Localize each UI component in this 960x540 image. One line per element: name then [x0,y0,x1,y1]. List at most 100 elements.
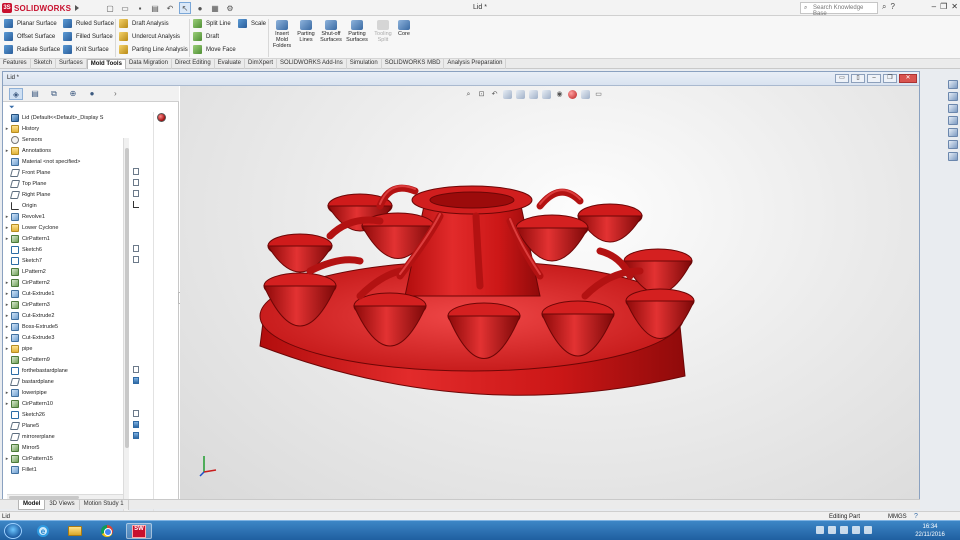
origin-visibility-icon[interactable] [133,201,139,208]
shut-off-surfaces-button[interactable]: Shut-off Surfaces [319,20,343,43]
tray-icon[interactable] [840,526,848,534]
tree-item[interactable]: Lid (Default<<Default>_Display S [3,112,123,123]
planar-surface-button[interactable]: Planar Surface [4,18,60,29]
file-explorer-button[interactable] [62,523,88,539]
tree-item[interactable]: Right Plane [3,189,123,200]
view-orientation-icon[interactable] [529,90,538,99]
displaymanager-tab-icon[interactable]: ● [85,88,99,100]
tab-simulation[interactable]: Simulation [347,59,382,69]
appearance-ball-icon[interactable] [157,113,166,122]
plane-visibility-icon[interactable] [133,168,139,175]
tree-item[interactable]: ▸ Cut-Extrude3 [3,332,123,343]
expand-arrow-icon[interactable]: ▸ [3,324,11,330]
filter-icon[interactable]: ⏷ [9,104,15,112]
zoom-to-fit-icon[interactable]: ⌕ [464,90,473,99]
dimxpert-tab-icon[interactable]: ⊕ [66,88,80,100]
tree-item[interactable]: ▸ CirPattern15 [3,453,123,464]
tile-button[interactable]: ▭ [835,74,849,83]
draft-analysis-button[interactable]: Draft Analysis [119,18,188,29]
expand-arrow-icon[interactable]: ▸ [3,291,11,297]
sketch-visibility-icon[interactable] [133,245,139,252]
view-palette-icon[interactable] [948,116,958,125]
help-icon[interactable]: ? [890,2,894,12]
tree-item[interactable]: ▸ Revolve1 [3,211,123,222]
apply-scene-icon[interactable] [581,90,590,99]
ruled-surface-button[interactable]: Ruled Surface [63,18,114,29]
tree-item[interactable]: ▸ Cut-Extrude2 [3,310,123,321]
tree-item[interactable]: CirPattern9 [3,354,123,365]
tab-solidworks-mbd[interactable]: SOLIDWORKS MBD [382,59,445,69]
tree-item[interactable]: Top Plane [3,178,123,189]
edit-appearance-icon[interactable] [568,90,577,99]
expand-arrow-icon[interactable]: ▸ [3,456,11,462]
tree-item[interactable]: mirrorerplane [3,431,123,442]
help-icon[interactable]: ? [914,513,918,520]
move-face-button[interactable]: Move Face [193,44,236,55]
tree-item[interactable]: ▸ Lower Cyclone [3,222,123,233]
solidworks-taskbar-button[interactable]: SW [126,523,152,539]
undercut-analysis-button[interactable]: Undercut Analysis [119,31,188,42]
tree-item[interactable]: ▸ History [3,123,123,134]
propertymanager-tab-icon[interactable]: ▤ [28,88,42,100]
tree-item[interactable]: ▸ Annotations [3,145,123,156]
knowledge-base-search[interactable]: ⌕ Search Knowledge Base [800,2,878,17]
minimize-button[interactable]: – [932,2,936,11]
parting-line-analysis-button[interactable]: Parting Line Analysis [119,44,188,55]
tree-item[interactable]: ▸ Boss-Extrude5 [3,321,123,332]
tab-surfaces[interactable]: Surfaces [56,59,87,69]
tab-features[interactable]: Features [0,59,31,69]
view-settings-icon[interactable]: ▭ [594,90,603,99]
tab-motion-study[interactable]: Motion Study 1 [80,500,129,510]
tree-item[interactable]: bastardplane [3,376,123,387]
tree-item[interactable]: Sensors [3,134,123,145]
tab-solidworks-add-ins[interactable]: SOLIDWORKS Add-Ins [277,59,347,69]
tree-item[interactable]: ▸ pipe [3,343,123,354]
tab-direct-editing[interactable]: Direct Editing [172,59,215,69]
tree-item[interactable]: Sketch26 [3,409,123,420]
tree-item[interactable]: Sketch7 [3,255,123,266]
radiate-surface-button[interactable]: Radiate Surface [4,44,60,55]
tab-3d-views[interactable]: 3D Views [45,500,80,510]
solidworks-forum-icon[interactable] [948,152,958,161]
tree-item[interactable]: Material <not specified> [3,156,123,167]
tree-item[interactable]: LPattern2 [3,266,123,277]
tray-icon[interactable] [828,526,836,534]
core-button[interactable]: Core [392,20,416,37]
parting-lines-button[interactable]: Parting Lines [294,20,318,43]
expand-arrow-icon[interactable]: ▸ [3,313,11,319]
appearances-scenes-icon[interactable] [948,128,958,137]
volume-icon[interactable] [864,526,872,534]
featuremanager-tab-icon[interactable]: ◈ [9,87,23,100]
scroll-thumb[interactable] [125,148,129,448]
sketch-visibility-icon[interactable] [133,410,139,417]
start-button[interactable] [4,523,22,539]
plane-visibility-icon[interactable] [133,421,139,428]
solidworks-resources-icon[interactable] [948,80,958,89]
plane-visibility-icon[interactable] [133,377,139,384]
doc-minimize-button[interactable]: – [867,74,881,83]
plane-visibility-icon[interactable] [133,190,139,197]
plane-visibility-icon[interactable] [133,432,139,439]
section-view-icon[interactable] [503,90,512,99]
expand-arrow-icon[interactable]: ▸ [3,280,11,286]
tree-item[interactable]: Origin [3,200,123,211]
insert-mold-folders-button[interactable]: Insert Mold Folders [270,20,294,49]
network-icon[interactable] [852,526,860,534]
expand-arrow-icon[interactable]: ▸ [3,401,11,407]
draft-button[interactable]: Draft [193,31,236,42]
configurationmanager-tab-icon[interactable]: ⧉ [47,88,61,100]
split-line-button[interactable]: Split Line [193,18,236,29]
chrome-button[interactable] [94,523,120,539]
tab-evaluate[interactable]: Evaluate [215,59,246,69]
previous-view-icon[interactable]: ↶ [490,90,499,99]
tree-item[interactable]: ▸ Cut-Extrude1 [3,288,123,299]
expand-arrow-icon[interactable]: ▸ [3,390,11,396]
tab-sketch[interactable]: Sketch [31,59,57,69]
tree-item[interactable]: ▸ CirPattern3 [3,299,123,310]
sketch-visibility-icon[interactable] [133,256,139,263]
expand-arrow-icon[interactable]: ▸ [3,148,11,154]
graphics-area[interactable]: ⌕ ⊡ ↶ ◉ ▭ [180,86,919,507]
display-style-icon[interactable] [542,90,551,99]
tree-item[interactable]: forthebastardplane [3,365,123,376]
plane-visibility-icon[interactable] [133,179,139,186]
